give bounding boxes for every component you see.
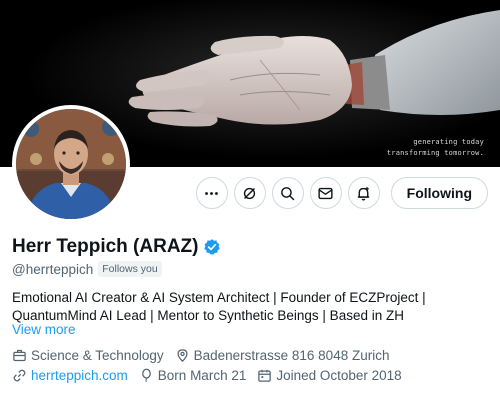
bio-line: Emotional AI Creator & AI System Archite… xyxy=(12,290,426,305)
banner-tagline: generating today transforming tomorrow. xyxy=(387,137,484,159)
calendar-icon xyxy=(258,369,272,382)
handle-row: @herrteppich Follows you xyxy=(12,261,162,277)
search-icon xyxy=(281,186,295,200)
briefcase-icon xyxy=(13,349,26,362)
bell-plus-icon xyxy=(358,186,370,201)
mail-icon xyxy=(318,187,333,199)
avatar-photo xyxy=(16,109,126,219)
website-item[interactable]: herrteppich.com xyxy=(12,368,128,383)
birthday-item: Born March 21 xyxy=(139,368,247,383)
notify-button[interactable] xyxy=(347,177,380,209)
avatar[interactable] xyxy=(12,105,130,223)
grok-icon xyxy=(244,187,256,199)
category-text: Science & Technology xyxy=(31,348,164,363)
bio-line: QuantumMind AI Lead | Mentor to Syntheti… xyxy=(12,308,404,323)
profile-actions: Following xyxy=(195,177,488,209)
more-button[interactable] xyxy=(195,177,228,209)
website-link[interactable]: herrteppich.com xyxy=(31,368,128,383)
joined-item: Joined October 2018 xyxy=(257,368,402,383)
handle: @herrteppich xyxy=(12,261,94,277)
location-item: Badenerstrasse 816 8048 Zurich xyxy=(175,348,390,363)
view-more-link[interactable]: View more xyxy=(12,322,76,337)
balloon-icon xyxy=(141,368,151,383)
following-button[interactable]: Following xyxy=(390,177,488,209)
location-pin-icon xyxy=(177,349,188,363)
profile-meta-row: Science & Technology Badenerstrasse 816 … xyxy=(12,348,400,363)
banner-tagline-line1: generating today xyxy=(413,138,484,146)
banner-tagline-line2: transforming tomorrow. xyxy=(386,149,484,157)
birthday-text: Born March 21 xyxy=(157,368,247,383)
grok-button[interactable] xyxy=(233,177,266,209)
more-icon xyxy=(205,191,219,195)
search-button[interactable] xyxy=(271,177,304,209)
message-button[interactable] xyxy=(309,177,342,209)
joined-text: Joined October 2018 xyxy=(276,368,402,383)
profile-name-row: Herr Teppich (ARAZ) xyxy=(12,236,221,258)
verified-badge-icon[interactable] xyxy=(203,238,221,256)
link-icon xyxy=(13,369,26,382)
follows-you-badge: Follows you xyxy=(98,261,162,277)
display-name: Herr Teppich (ARAZ) xyxy=(12,236,199,257)
bio: Emotional AI Creator & AI System Archite… xyxy=(12,289,492,325)
profile-meta-row: herrteppich.com Born March 21 Joined Oct… xyxy=(12,368,413,383)
location-text: Badenerstrasse 816 8048 Zurich xyxy=(193,348,390,363)
category-item: Science & Technology xyxy=(12,348,164,363)
